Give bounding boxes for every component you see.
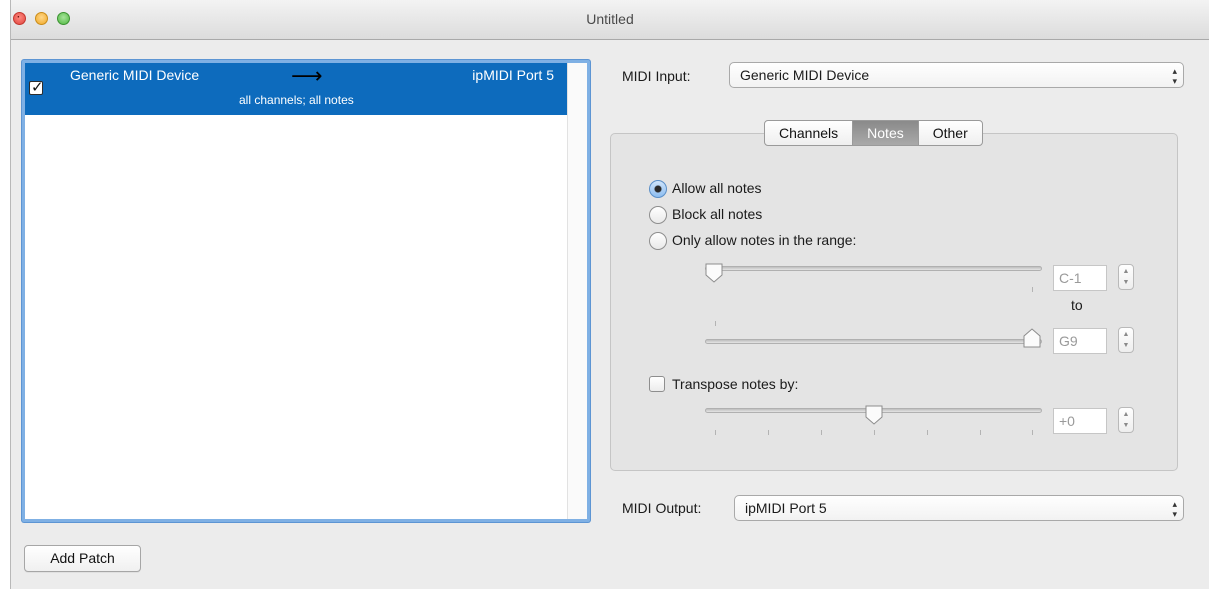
window-title: Untitled: [586, 11, 634, 27]
allow-all-notes-label: Allow all notes: [672, 180, 762, 196]
range-low-slider-knob[interactable]: [705, 263, 723, 283]
range-low-slider[interactable]: [705, 266, 1042, 271]
slider-tick: [1032, 287, 1033, 292]
arrow-right-icon: ⟶: [291, 63, 323, 88]
patch-source: Generic MIDI Device: [70, 67, 200, 83]
patch-enabled-checkbox[interactable]: ✓: [29, 79, 44, 96]
tab-bar: Channels Notes Other: [764, 120, 983, 146]
slider-tick: [715, 430, 716, 435]
slider-tick: [1032, 430, 1033, 435]
transpose-checkbox[interactable]: [649, 376, 665, 392]
transpose-field[interactable]: +0: [1053, 408, 1107, 434]
range-low-stepper[interactable]: ▲ ▼: [1118, 264, 1134, 290]
range-high-stepper[interactable]: ▲ ▼: [1118, 327, 1134, 353]
title-bar: · Untitled: [11, 0, 1209, 40]
checkmark-icon: ✓: [31, 79, 44, 96]
range-low-field[interactable]: C-1: [1053, 265, 1107, 291]
slider-tick: [874, 430, 875, 435]
range-high-slider-knob[interactable]: [1023, 328, 1041, 348]
transpose-label: Transpose notes by:: [672, 376, 799, 392]
tab-other[interactable]: Other: [919, 121, 982, 145]
block-all-notes-label: Block all notes: [672, 206, 763, 222]
range-notes-label: Only allow notes in the range:: [672, 232, 857, 248]
midi-output-value: ipMIDI Port 5: [745, 500, 827, 516]
slider-tick: [821, 430, 822, 435]
midi-input-select[interactable]: Generic MIDI Device ▴ ▾: [729, 62, 1184, 88]
slider-tick: [715, 321, 716, 326]
transpose-slider-knob[interactable]: [865, 405, 883, 425]
patch-list[interactable]: ✓ Generic MIDI Device ⟶ ipMIDI Port 5 al…: [22, 60, 590, 522]
patch-destination: ipMIDI Port 5: [472, 67, 554, 83]
range-high-field[interactable]: G9: [1053, 328, 1107, 354]
midi-output-label: MIDI Output:: [622, 500, 702, 516]
range-notes-radio[interactable]: [649, 232, 667, 250]
tab-channels[interactable]: Channels: [765, 121, 854, 145]
block-all-notes-radio[interactable]: [649, 206, 667, 224]
slider-tick: [927, 430, 928, 435]
range-high-slider[interactable]: [705, 339, 1042, 344]
transpose-stepper[interactable]: ▲ ▼: [1118, 407, 1134, 433]
slider-tick: [768, 430, 769, 435]
tab-notes[interactable]: Notes: [853, 121, 919, 145]
midi-output-select[interactable]: ipMIDI Port 5 ▴ ▾: [734, 495, 1184, 521]
add-patch-button[interactable]: Add Patch: [24, 545, 141, 572]
midi-input-value: Generic MIDI Device: [740, 67, 870, 83]
updown-arrows-icon: ▴ ▾: [1172, 499, 1177, 519]
range-to-label: to: [1071, 297, 1083, 313]
midi-input-label: MIDI Input:: [622, 68, 691, 84]
patch-row[interactable]: ✓ Generic MIDI Device ⟶ ipMIDI Port 5 al…: [25, 63, 570, 115]
list-scrollbar[interactable]: [567, 63, 587, 519]
patch-description: all channels; all notes: [239, 93, 354, 107]
updown-arrows-icon: ▴ ▾: [1172, 66, 1177, 86]
slider-tick: [980, 430, 981, 435]
allow-all-notes-radio[interactable]: [649, 180, 667, 198]
